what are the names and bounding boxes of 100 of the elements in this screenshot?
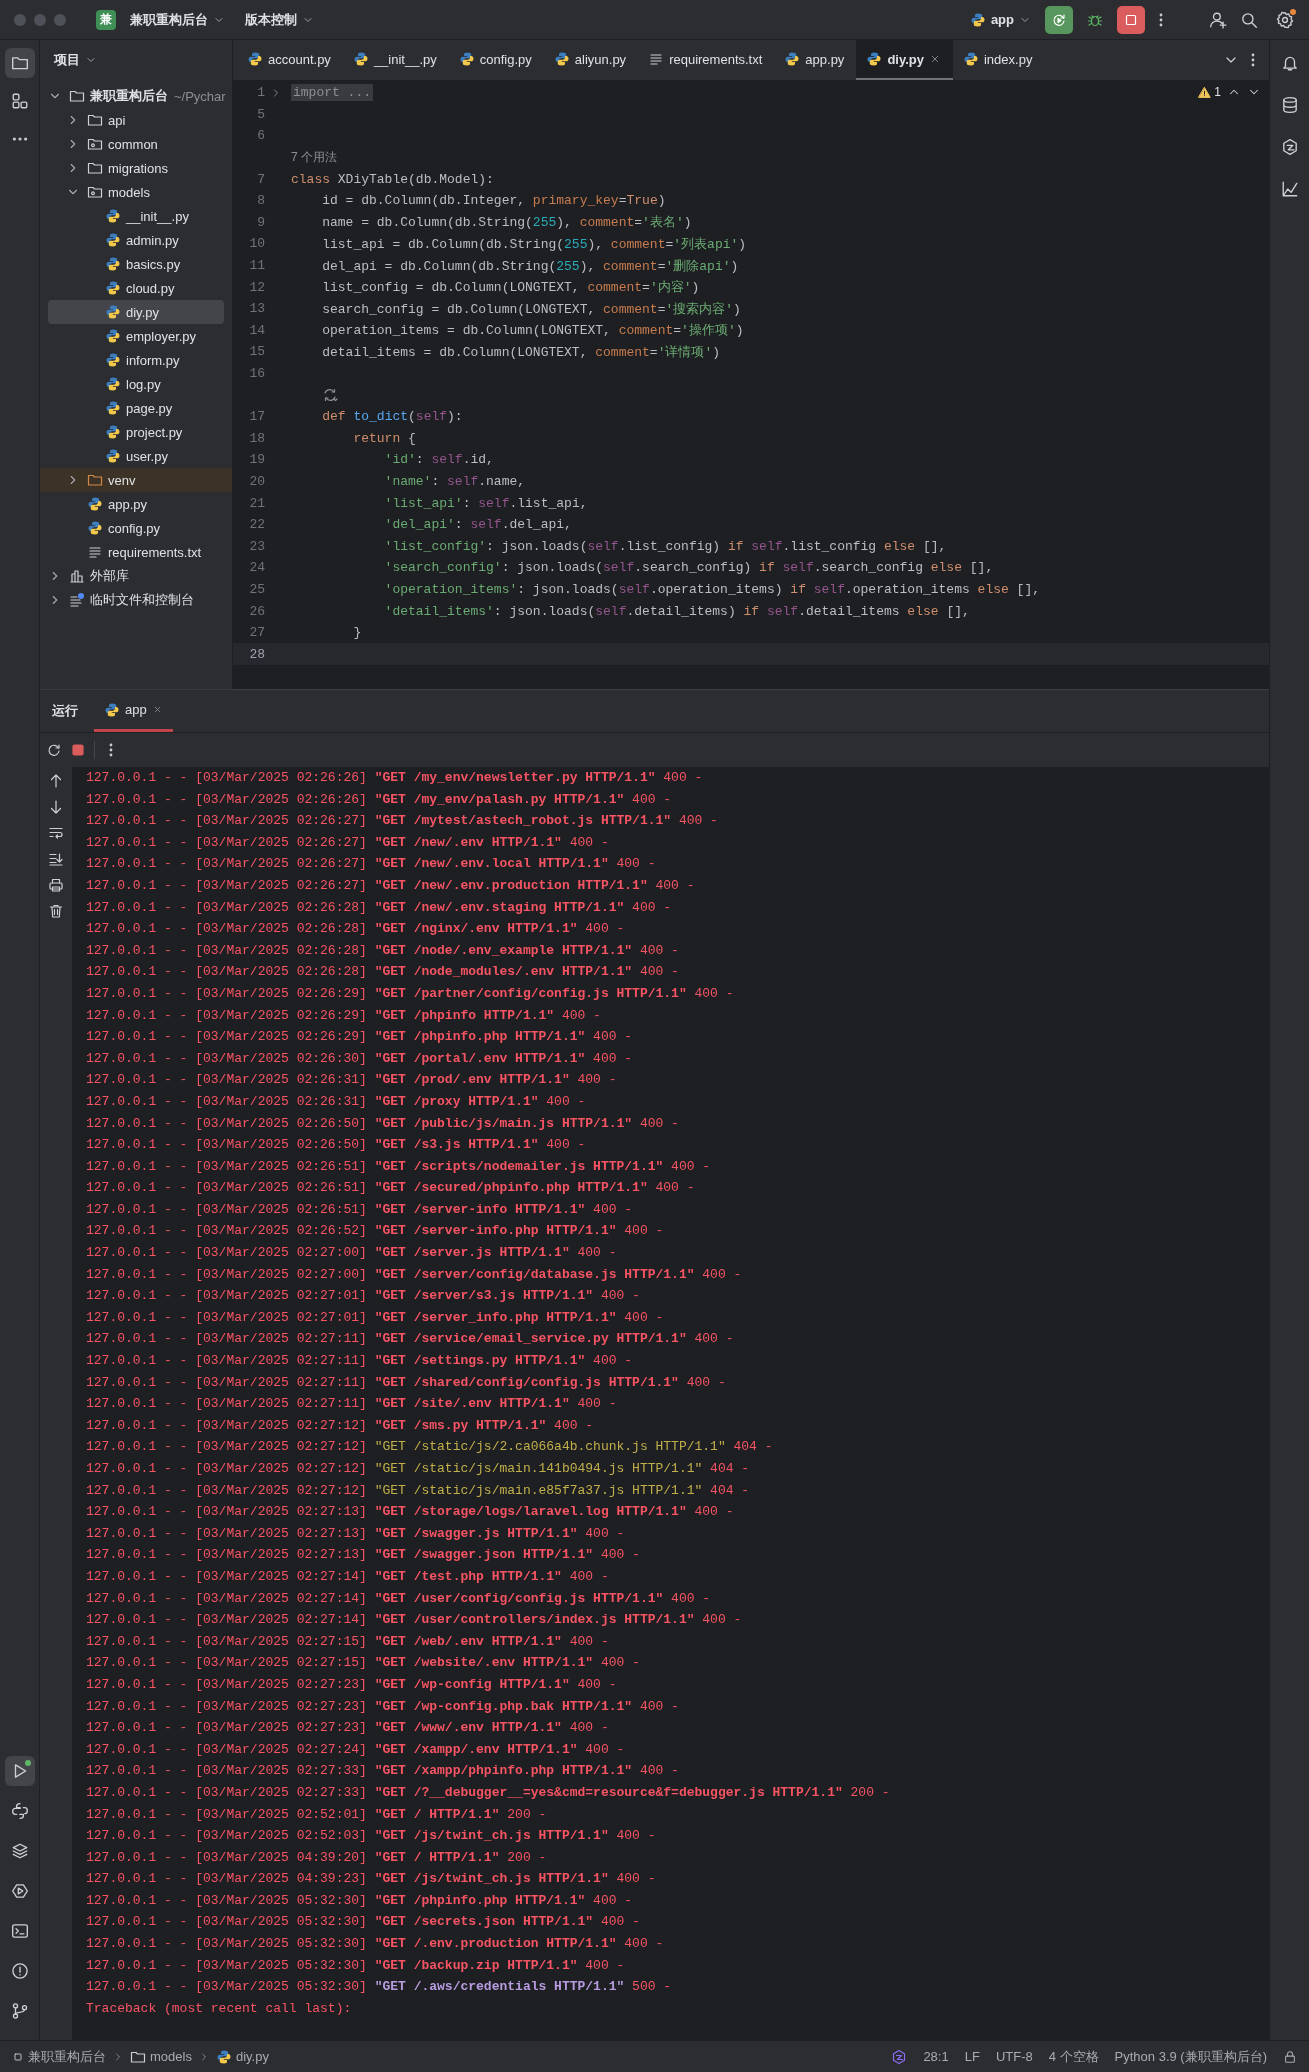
add-user-icon[interactable] [1209, 10, 1227, 29]
tree-item[interactable]: config.py [40, 516, 232, 540]
ai-assistant-icon[interactable] [891, 2048, 908, 2065]
line-number: 28 [248, 646, 265, 662]
tree-item[interactable]: common [40, 132, 232, 156]
log-line: 127.0.0.1 - - [03/Mar/2025 02:27:12] "GET /sms.py HTTP/1.1" 400 - [86, 1416, 595, 1435]
log-line: 127.0.0.1 - - [03/Mar/2025 02:27:23] "GET /wp-config.php.bak HTTP/1.1" 400 - [86, 1697, 680, 1716]
code-line: 'id': self.id, [383, 452, 494, 468]
ai-assistant-icon[interactable] [1280, 138, 1299, 156]
log-line: 127.0.0.1 - - [03/Mar/2025 05:32:30] "GET /secrets.json HTTP/1.1" 400 - [86, 1913, 641, 1932]
line-number: 12 [248, 279, 265, 295]
panel-title: 运行 [52, 702, 79, 720]
usages-hint[interactable]: 7 个用法 [233, 149, 337, 167]
tree-item[interactable]: migrations [40, 156, 232, 180]
tree-item[interactable]: inform.py [40, 348, 232, 372]
close-icon[interactable] [929, 53, 941, 65]
tree-item[interactable]: employer.py [40, 324, 232, 348]
status-item[interactable]: 4 个空格 [1048, 2047, 1099, 2066]
editor-tab[interactable]: app.py [774, 40, 857, 80]
run-config-menu[interactable]: app [963, 7, 1037, 32]
log-line: 127.0.0.1 - - [03/Mar/2025 02:26:51] "GET /scripts/nodemailer.js HTTP/1.1" 400 - [86, 1157, 712, 1176]
tree-item[interactable]: cloud.py [40, 276, 232, 300]
stop-button[interactable] [1117, 5, 1145, 34]
tree-item[interactable]: venv [40, 468, 232, 492]
database-icon[interactable] [1280, 96, 1299, 114]
arrow-down-icon[interactable] [48, 799, 64, 815]
log-line: 127.0.0.1 - - [03/Mar/2025 02:26:28] "GET /node_modules/.env HTTP/1.1" 400 - [86, 963, 680, 982]
problems-icon[interactable] [10, 1962, 29, 1980]
square-icon [12, 2050, 24, 2063]
stop-icon[interactable] [70, 742, 86, 758]
tree-item[interactable]: app.py [40, 492, 232, 516]
tree-item[interactable]: admin.py [40, 228, 232, 252]
structure-icon[interactable] [10, 92, 29, 110]
editor-tab[interactable]: __init__.py [342, 40, 449, 80]
line-number: 19 [248, 452, 265, 468]
print-icon[interactable] [48, 877, 64, 893]
vcs-menu[interactable]: 版本控制 [239, 6, 320, 33]
line-number: 5 [256, 106, 265, 122]
breadcrumb[interactable]: models [130, 2048, 192, 2065]
tree-item[interactable]: user.py [40, 444, 232, 468]
rerun-icon[interactable] [46, 742, 62, 758]
arrow-up-icon[interactable] [48, 773, 64, 789]
editor-tab[interactable]: diy.py [856, 40, 953, 80]
status-item[interactable]: UTF-8 [995, 2049, 1033, 2064]
python-icon [104, 701, 120, 718]
project-tool-button[interactable] [4, 48, 35, 78]
log-line: 127.0.0.1 - - [03/Mar/2025 02:26:29] "GET /phpinfo.php HTTP/1.1" 400 - [86, 1028, 634, 1047]
terminal-icon[interactable] [10, 1922, 29, 1940]
soft-wrap-icon[interactable] [48, 825, 64, 841]
tree-item[interactable]: log.py [40, 372, 232, 396]
bell-icon[interactable] [1280, 54, 1299, 72]
code-line: id = db.Column(db.Integer, primary_key=True) [321, 193, 666, 209]
code-line: 'operation_items': json.loads(self.operation_items) if self.operation_items else [], [383, 581, 1040, 597]
python-icon [87, 520, 103, 536]
run-tool-button[interactable] [4, 1756, 35, 1786]
warnings-counter[interactable]: 1 [1198, 85, 1221, 99]
chart-icon[interactable] [1280, 180, 1299, 198]
python-console-icon[interactable] [10, 1802, 29, 1820]
layers-icon[interactable] [10, 1842, 29, 1860]
python-icon [105, 328, 121, 344]
status-item[interactable]: LF [964, 2049, 980, 2064]
trash-icon[interactable] [48, 903, 64, 919]
tree-item[interactable]: requirements.txt [40, 540, 232, 564]
tree-item[interactable]: 兼职重构后台 ~/Pychar [40, 84, 232, 108]
tree-item[interactable]: project.py [40, 420, 232, 444]
scroll-to-end-icon[interactable] [48, 851, 64, 867]
line-number: 24 [248, 560, 265, 576]
project-menu[interactable]: 兼职重构后台 [124, 6, 231, 33]
editor-tab[interactable]: requirements.txt [638, 40, 775, 80]
code-line: 'list_config': json.loads(self.list_config) if self.list_config else [], [383, 538, 947, 554]
python-icon [87, 496, 103, 512]
search-icon[interactable] [1240, 10, 1258, 29]
editor-tab[interactable]: aliyun.py [543, 40, 639, 80]
status-item[interactable]: 28:1 [923, 2049, 949, 2064]
editor-tab[interactable]: config.py [448, 40, 544, 80]
log-line: 127.0.0.1 - - [03/Mar/2025 02:26:27] "GET /mytest/astech_robot.js HTTP/1.1" 400 - [86, 812, 719, 831]
lock-icon[interactable] [1283, 2049, 1297, 2064]
code-line: 'del_api': self.del_api, [383, 517, 572, 533]
log-line: 127.0.0.1 - - [03/Mar/2025 02:27:13] "GET /storage/logs/laravel.log HTTP/1.1" 400 - [86, 1503, 735, 1522]
project-view-menu[interactable]: 项目 [48, 47, 103, 73]
tree-item[interactable]: diy.py [48, 300, 224, 324]
tree-item[interactable]: models [40, 180, 232, 204]
override-marker-icon[interactable] [322, 387, 338, 404]
git-branch-icon[interactable] [10, 2002, 29, 2020]
services-icon[interactable] [10, 1882, 29, 1900]
tree-item[interactable]: __init__.py [40, 204, 232, 228]
tree-item[interactable]: page.py [40, 396, 232, 420]
breadcrumb[interactable]: diy.py [215, 2048, 269, 2065]
tree-item[interactable]: basics.py [40, 252, 232, 276]
tree-item[interactable]: 外部库 [40, 564, 232, 588]
status-item[interactable]: Python 3.9 (兼职重构后台) [1114, 2047, 1267, 2066]
editor-tab[interactable]: index.py [953, 40, 1045, 80]
log-line: 127.0.0.1 - - [03/Mar/2025 02:26:27] "GET /new/.env.local HTTP/1.1" 400 - [86, 855, 657, 874]
editor-tab[interactable]: account.py [237, 40, 343, 80]
rerun-button[interactable] [1045, 5, 1073, 34]
python-icon [105, 208, 121, 224]
code-line: } [352, 625, 362, 641]
tree-item[interactable]: 临时文件和控制台 [40, 588, 232, 612]
breadcrumb[interactable]: 兼职重构后台 [12, 2047, 106, 2066]
tree-item[interactable]: api [40, 108, 232, 132]
